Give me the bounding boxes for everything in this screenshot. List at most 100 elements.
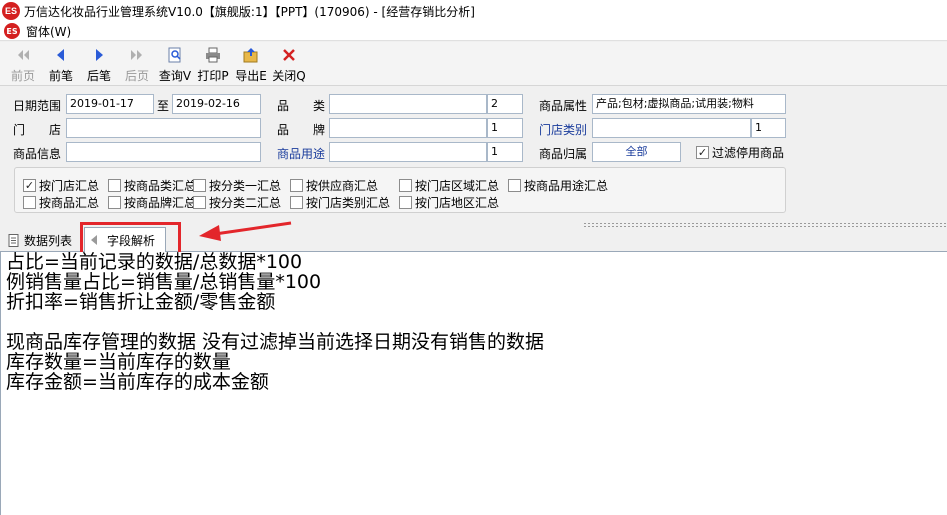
export-button[interactable]: 导出E [232,42,270,84]
menu-bar: ES 窗体(W) [0,22,947,41]
summary-option-label: 按门店区域汇总 [415,179,500,193]
content-line: 库存数量=当前库存的数量 [6,351,231,373]
filter-disabled-checkbox[interactable]: ✓ 过滤停用商品 [696,144,784,161]
print-label: 打印P [197,69,229,83]
category-label: 品 类 [277,99,326,113]
summary-by-store-area-checkbox[interactable]: 按门店地区汇总 [399,194,499,211]
arrow-left-icon [52,46,70,64]
category-level-input[interactable]: 2 [487,94,523,114]
checkbox-unchecked-icon [290,196,303,209]
product-usage-input[interactable] [329,142,487,162]
product-owner-label: 商品归属 [539,147,588,161]
document-icon [8,233,20,247]
checkbox-unchecked-icon [399,196,412,209]
next-page-label: 后页 [124,69,149,83]
checkbox-unchecked-icon [108,179,121,192]
dotted-grip [583,222,947,228]
summary-by-store-checkbox[interactable]: ✓ 按门店汇总 [23,177,99,194]
summary-by-supplier-checkbox[interactable]: 按供应商汇总 [290,177,378,194]
summary-option-label: 按商品用途汇总 [524,179,609,193]
brand-label: 品 牌 [277,123,326,137]
content-line: 折扣率=销售折让金额/零售金额 [6,291,276,313]
product-info-input[interactable] [66,142,261,162]
tab-data-list-label: 数据列表 [24,233,73,248]
summary-option-label: 按商品牌汇总 [124,196,197,210]
store-input[interactable] [66,118,261,138]
summary-by-class1-checkbox[interactable]: 按分类一汇总 [193,177,281,194]
title-bar: ES 万信达化妆品行业管理系统V10.0【旗舰版:1】【PPT】(170906)… [0,0,947,22]
product-info-label: 商品信息 [13,147,62,161]
summary-option-label: 按分类一汇总 [209,179,282,193]
double-arrow-left-icon [14,46,32,64]
prev-record-label: 前笔 [48,69,73,83]
checkbox-unchecked-icon [23,196,36,209]
filter-disabled-label: 过滤停用商品 [712,146,785,160]
checkbox-unchecked-icon [193,196,206,209]
product-attr-label: 商品属性 [539,99,588,113]
checkbox-checked-icon: ✓ [696,146,709,159]
brand-input[interactable] [329,118,487,138]
prev-page-button[interactable]: 前页 [4,42,42,84]
summary-option-label: 按分类二汇总 [209,196,282,210]
checkbox-unchecked-icon [399,179,412,192]
close-label: 关闭Q [272,69,306,83]
category-input[interactable] [329,94,487,114]
product-owner-select[interactable]: 全部 [592,142,681,162]
product-attr-input[interactable]: 产品;包材;虚拟商品;试用装;物料 [592,94,786,114]
product-usage-label[interactable]: 商品用途 [277,145,325,162]
export-icon [242,46,260,64]
tab-data-list[interactable]: 数据列表 [4,229,76,251]
store-type-input[interactable] [592,118,751,138]
checkbox-unchecked-icon [108,196,121,209]
summary-by-store-region-checkbox[interactable]: 按门店区域汇总 [399,177,499,194]
window-title: 万信达化妆品行业管理系统V10.0【旗舰版:1】【PPT】(170906) - … [24,4,475,19]
summary-by-class2-checkbox[interactable]: 按分类二汇总 [193,194,281,211]
toolbar: 前页 前笔 后笔 后页 查询V 打印P 导出E 关闭Q [0,42,947,86]
content-line: 库存金额=当前库存的成本金额 [6,371,269,393]
store-type-label[interactable]: 门店类别 [539,121,587,138]
menu-item-window[interactable]: 窗体(W) [26,23,71,40]
brand-level-input[interactable]: 1 [487,118,523,138]
summary-by-product-usage-checkbox[interactable]: 按商品用途汇总 [508,177,608,194]
summary-option-label: 按商品类汇总 [124,179,197,193]
query-button[interactable]: 查询V [156,42,194,84]
content-line: 现商品库存管理的数据 没有过滤掉当前选择日期没有销售的数据 [6,331,545,353]
menu-logo-icon[interactable]: ES [4,23,20,39]
prev-page-label: 前页 [10,69,35,83]
summary-option-label: 按门店类别汇总 [306,196,391,210]
next-page-button[interactable]: 后页 [118,42,156,84]
double-arrow-right-icon [128,46,146,64]
date-range-label: 日期范围 [13,99,62,113]
summary-by-product-checkbox[interactable]: 按商品汇总 [23,194,99,211]
field-analysis-content: 占比=当前记录的数据/总数据*100 例销售量占比=销售量/总销售量*100 折… [0,252,947,515]
checkbox-unchecked-icon [508,179,521,192]
next-record-label: 后笔 [86,69,111,83]
product-usage-level-input[interactable]: 1 [487,142,523,162]
date-to-label: 至 [157,99,170,113]
summary-option-label: 按商品汇总 [39,196,100,210]
export-label: 导出E [235,69,267,83]
date-from-input[interactable]: 2019-01-17 [66,94,154,114]
filter-panel: 日期范围 2019-01-17 至 2019-02-16 品 类 2 商品属性 … [0,87,947,220]
prev-record-button[interactable]: 前笔 [42,42,80,84]
content-line [1,312,947,332]
date-to-input[interactable]: 2019-02-16 [172,94,261,114]
query-label: 查询V [158,69,192,83]
checkbox-checked-icon: ✓ [23,179,36,192]
annotation-arrow-icon [199,221,292,241]
next-record-button[interactable]: 后笔 [80,42,118,84]
summary-option-label: 按门店地区汇总 [415,196,500,210]
content-line: 例销售量占比=销售量/总销售量*100 [6,271,322,293]
summary-by-store-type-checkbox[interactable]: 按门店类别汇总 [290,194,390,211]
content-line: 占比=当前记录的数据/总数据*100 [6,251,303,273]
store-type-level-input[interactable]: 1 [751,118,786,138]
search-icon [166,46,184,64]
print-button[interactable]: 打印P [194,42,232,84]
printer-icon [204,46,222,64]
summary-by-brand-checkbox[interactable]: 按商品牌汇总 [108,194,196,211]
close-button[interactable]: 关闭Q [270,42,308,84]
arrow-right-icon [90,46,108,64]
summary-option-label: 按门店汇总 [39,179,100,193]
store-label: 门 店 [13,123,62,137]
summary-by-product-category-checkbox[interactable]: 按商品类汇总 [108,177,196,194]
